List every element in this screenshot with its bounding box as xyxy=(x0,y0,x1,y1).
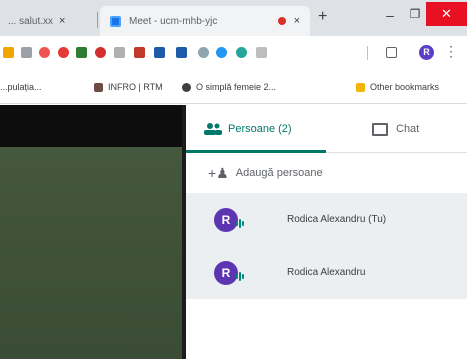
tab-chat-label: Chat xyxy=(396,123,420,135)
participant-list: R Rodica Alexandru (Tu) R Rodica Alexand… xyxy=(186,193,467,299)
extension-icon[interactable] xyxy=(236,47,247,58)
bookmark-item[interactable]: INFRO | RTM xyxy=(94,82,163,92)
bookmarks-bar: ...pulația... INFRO | RTM O simplă femei… xyxy=(0,74,467,104)
tab-divider xyxy=(97,12,98,28)
add-people-button[interactable]: +♟ Adaugă persoane xyxy=(186,153,467,193)
participant-avatar: R xyxy=(214,260,238,285)
extension-icon[interactable] xyxy=(39,47,50,58)
extension-icon[interactable] xyxy=(21,47,32,58)
bookmark-item[interactable]: ...pulația... xyxy=(0,82,42,92)
extension-icon[interactable] xyxy=(198,47,209,58)
participant-name: Rodica Alexandru xyxy=(287,267,366,278)
extension-icon[interactable] xyxy=(3,47,14,58)
bookmark-label: O simplă femeie 2... xyxy=(196,82,277,92)
tab-chat[interactable]: Chat xyxy=(372,105,419,153)
minimize-button[interactable]: – xyxy=(376,7,404,25)
tab-title: ... salut.xx xyxy=(8,15,54,27)
close-window-button[interactable]: ✕ xyxy=(426,2,467,26)
audio-level-icon xyxy=(236,268,246,282)
browser-tab-meet[interactable]: Meet - ucm-mhb-yjc × xyxy=(100,6,310,36)
video-top-bar xyxy=(0,105,182,147)
extension-icon[interactable] xyxy=(216,47,227,58)
chat-icon xyxy=(372,122,388,136)
other-bookmarks[interactable]: Other bookmarks xyxy=(356,82,439,92)
folder-icon xyxy=(356,82,365,92)
participant-row[interactable]: R Rodica Alexandru xyxy=(186,246,467,299)
panel-tabs: Persoane (2) Chat xyxy=(186,105,467,153)
add-people-label: Adaugă persoane xyxy=(235,167,323,179)
audio-level-icon xyxy=(236,215,246,229)
tab-people-label: Persoane (2) xyxy=(228,123,292,135)
bookmark-label: Other bookmarks xyxy=(370,82,440,92)
bookmark-label: ...pulația... xyxy=(0,82,42,92)
participant-name: Rodica Alexandru (Tu) xyxy=(287,214,387,225)
extension-icon[interactable] xyxy=(95,47,106,58)
recording-indicator-icon xyxy=(277,17,286,25)
meet-favicon-icon xyxy=(110,15,121,27)
extension-icon[interactable] xyxy=(154,47,165,58)
bookmark-item[interactable]: O simplă femeie 2... xyxy=(182,82,276,92)
participant-row[interactable]: R Rodica Alexandru (Tu) xyxy=(186,193,467,246)
extension-icon[interactable] xyxy=(76,47,87,58)
new-tab-button[interactable]: + xyxy=(318,8,327,26)
extension-icon[interactable] xyxy=(134,47,145,58)
toolbar-divider xyxy=(367,46,368,60)
tab-people[interactable]: Persoane (2) xyxy=(204,105,292,153)
tab-title: Meet - ucm-mhb-yjc xyxy=(129,15,218,27)
maximize-button[interactable]: ❐ xyxy=(404,7,426,25)
extension-icon[interactable] xyxy=(114,47,125,58)
browser-tab-previous[interactable]: ... salut.xx × xyxy=(0,6,96,36)
browser-menu-icon[interactable]: ⋮ xyxy=(444,43,458,60)
extension-icon[interactable] xyxy=(176,47,187,58)
video-feed xyxy=(0,147,182,359)
cast-icon[interactable] xyxy=(386,47,397,58)
add-person-icon: +♟ xyxy=(208,164,229,181)
browser-tab-strip: ... salut.xx × Meet - ucm-mhb-yjc × + – … xyxy=(0,0,467,36)
participant-avatar: R xyxy=(214,207,238,232)
people-panel: Persoane (2) Chat +♟ Adaugă persoane R R… xyxy=(186,105,467,359)
people-icon xyxy=(204,123,222,135)
bookmark-label: INFRO | RTM xyxy=(108,82,163,92)
bookmark-icon xyxy=(182,82,191,92)
tab-close-icon[interactable]: × xyxy=(294,15,300,27)
bookmark-icon xyxy=(94,82,103,92)
extension-icon[interactable] xyxy=(58,47,69,58)
profile-avatar[interactable]: R xyxy=(419,45,434,60)
tab-close-icon[interactable]: × xyxy=(59,15,65,27)
extension-icon[interactable] xyxy=(256,47,267,58)
